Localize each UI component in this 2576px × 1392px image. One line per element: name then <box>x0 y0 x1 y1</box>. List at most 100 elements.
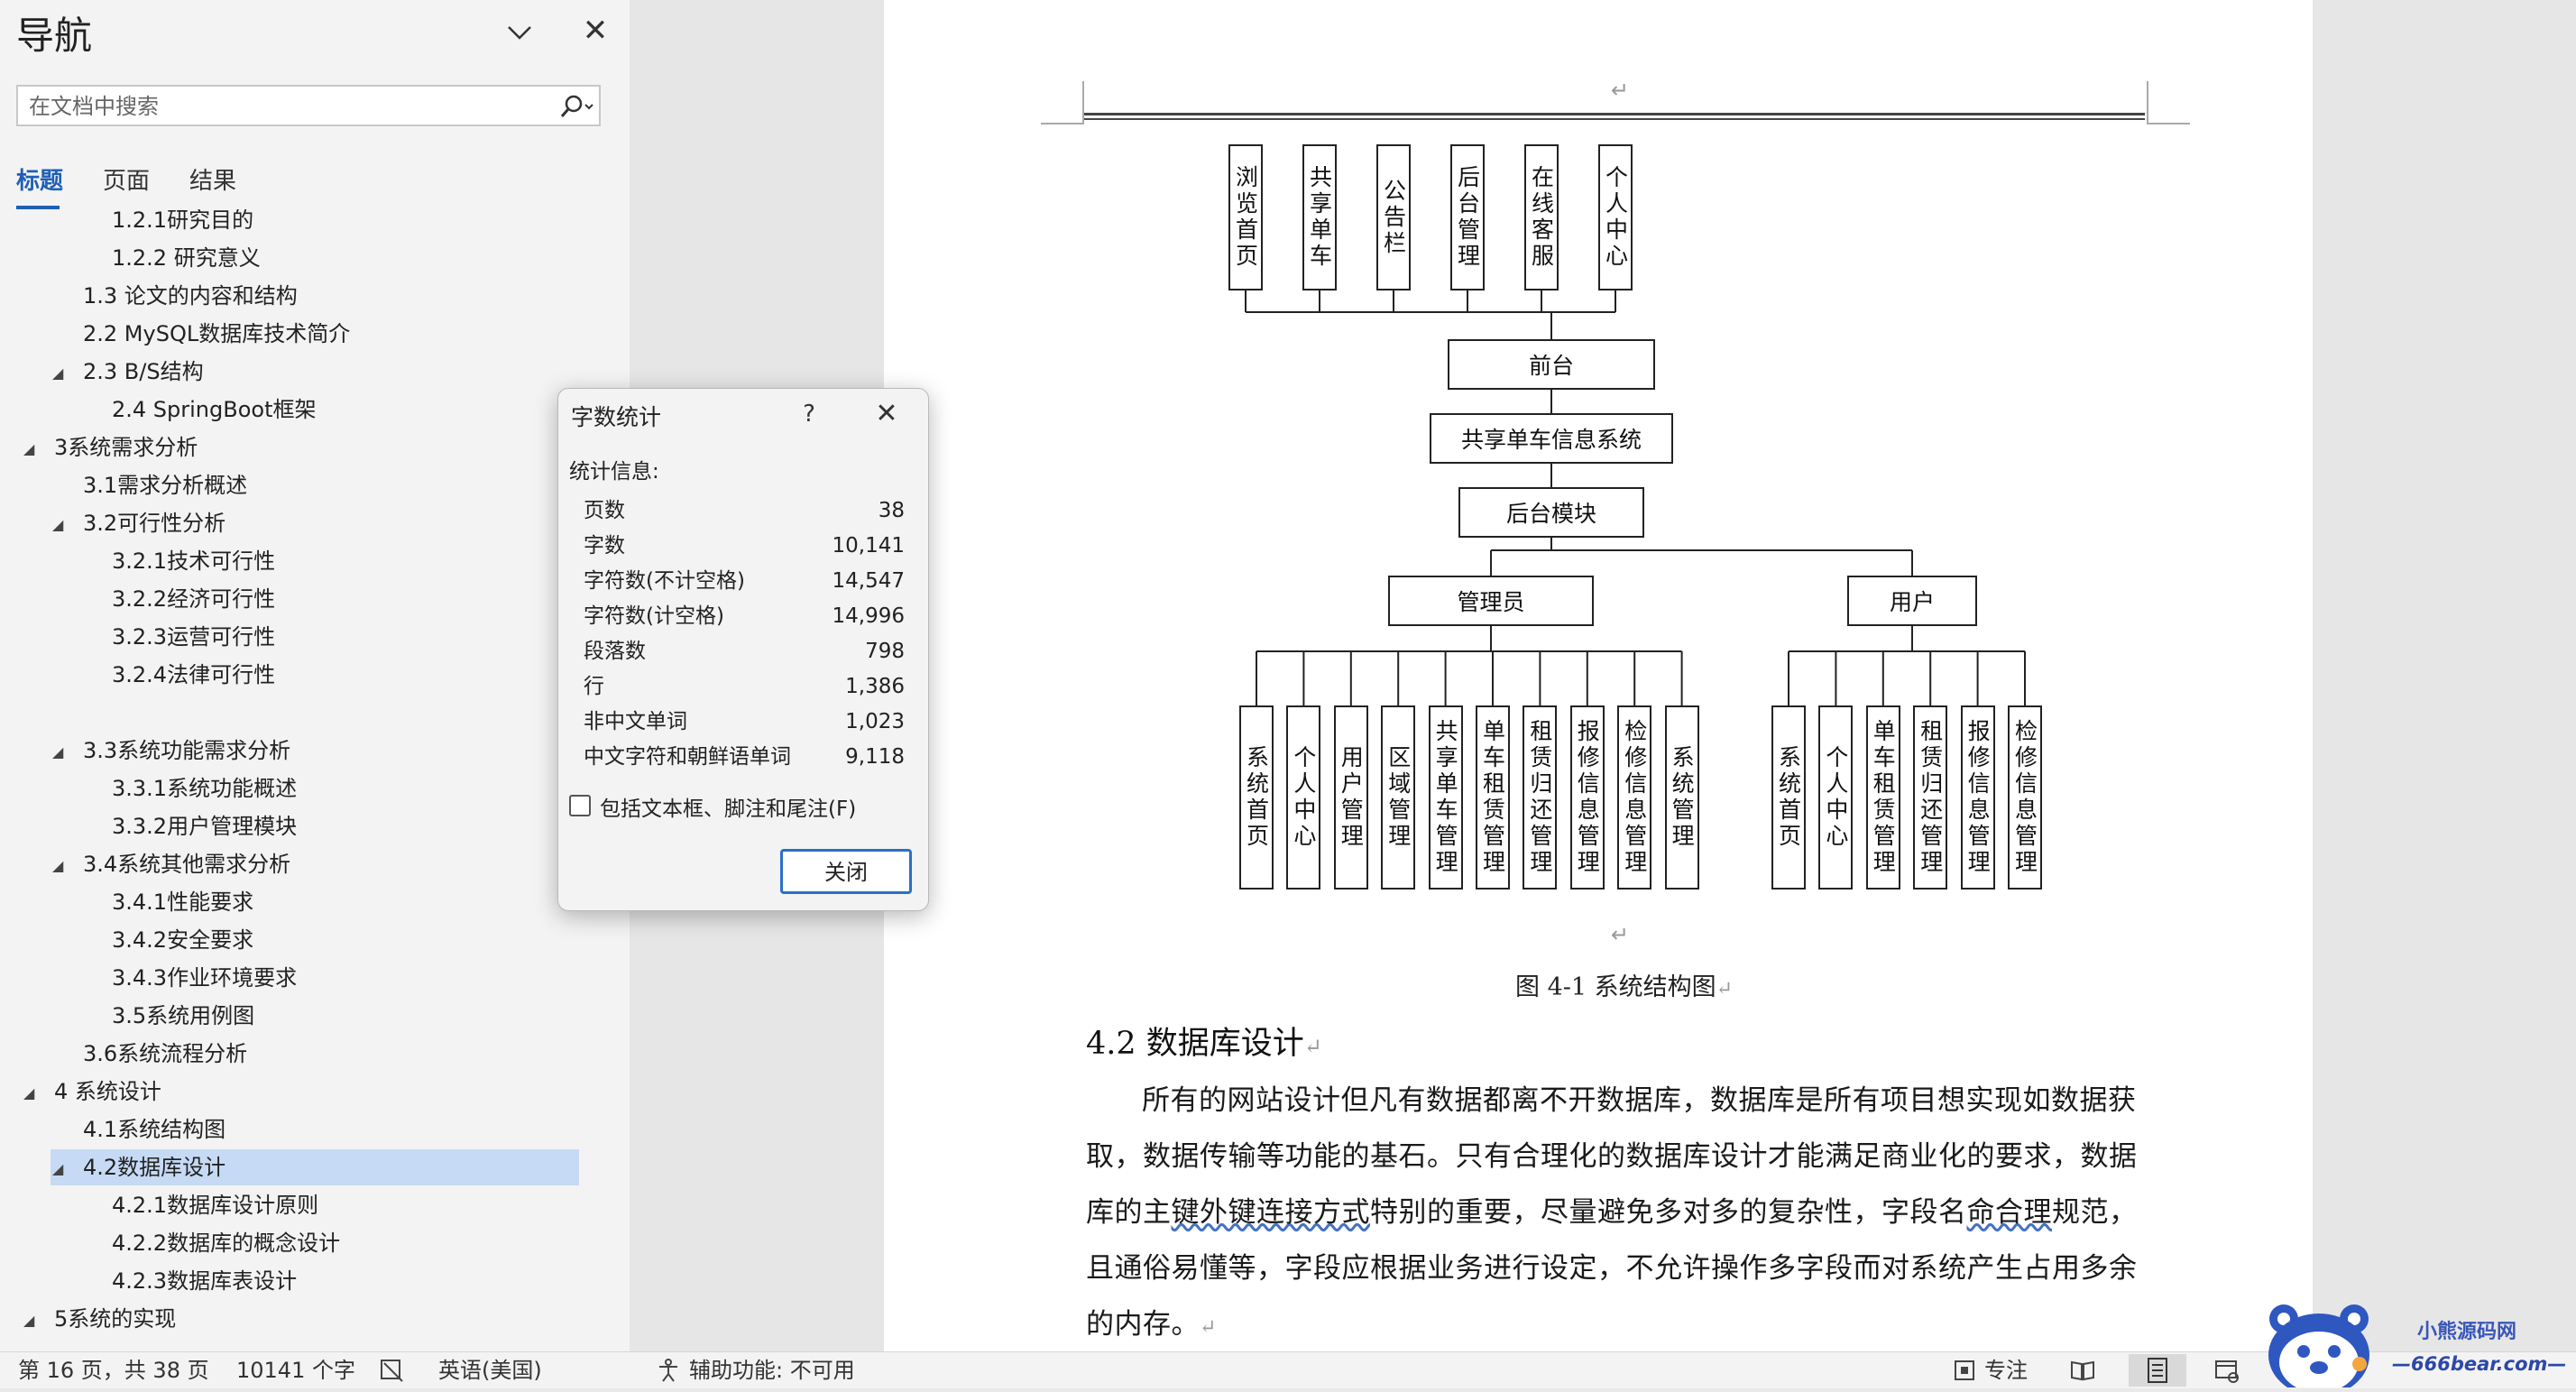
heading-tree-item[interactable]: 3.6系统流程分析 <box>83 1036 247 1072</box>
paragraph-mark: ↵ <box>1303 1034 1322 1059</box>
statistic-row: 中文字符和朝鲜语单词 9,118 <box>584 740 905 774</box>
heading-tree-item[interactable]: 3.3.1系统功能概述 <box>112 770 297 807</box>
heading-tree-item[interactable]: 3.4.1性能要求 <box>112 884 253 920</box>
include-textboxes-label[interactable]: 包括文本框、脚注和尾注(F) <box>600 791 856 822</box>
statistic-label: 中文字符和朝鲜语单词 <box>584 745 791 769</box>
diagram-node: 个人中心 <box>1818 705 1854 890</box>
read-mode-icon[interactable] <box>2069 1358 2096 1383</box>
heading-tree-item[interactable]: 4.1系统结构图 <box>83 1111 225 1148</box>
heading-tree-item[interactable]: 4 系统设计 <box>54 1074 161 1110</box>
search-icon[interactable] <box>556 92 597 121</box>
heading-tree-item[interactable]: 3.4.2安全要求 <box>112 922 253 958</box>
heading-tree-item[interactable]: 3.2可行性分析 <box>83 505 225 541</box>
header-rule-secondary <box>1084 118 2145 120</box>
heading-tree-item[interactable]: 4.2.3数据库表设计 <box>112 1263 297 1299</box>
nav-close-icon[interactable]: ✕ <box>577 13 613 49</box>
expand-arrow-icon[interactable]: ◢ <box>23 1084 34 1102</box>
heading-tree-item[interactable]: 4.2.2数据库的概念设计 <box>112 1225 340 1261</box>
statistic-label: 行 <box>584 675 604 698</box>
diagram-node: 检修信息管理 <box>2008 705 2042 890</box>
heading-tree-item[interactable]: 4.2数据库设计 <box>83 1149 225 1185</box>
diagram-node: 用户 <box>1847 576 1977 626</box>
include-textboxes-checkbox[interactable] <box>569 795 591 816</box>
expand-arrow-icon[interactable]: ◢ <box>52 364 63 382</box>
heading-tree-item[interactable]: 5系统的实现 <box>54 1301 176 1337</box>
diagram-node: 前台 <box>1448 339 1655 390</box>
accessibility-icon[interactable] <box>657 1358 684 1383</box>
focus-mode-icon[interactable] <box>1952 1358 1979 1383</box>
nav-search-input[interactable] <box>27 92 545 121</box>
expand-arrow-icon[interactable]: ◢ <box>52 516 63 533</box>
diagram-node: 共享单车管理 <box>1428 705 1463 890</box>
statistic-value: 14,996 <box>832 604 905 628</box>
tab-results[interactable]: 结果 <box>189 162 236 196</box>
statistic-row: 段落数 798 <box>584 634 905 668</box>
expand-arrow-icon[interactable]: ◢ <box>23 440 34 457</box>
heading-tree-item[interactable]: 2.4 SpringBoot框架 <box>112 392 317 428</box>
paragraph-mark: ↵ <box>1611 78 1630 103</box>
heading-tree-item[interactable]: 1.2.2 研究意义 <box>112 240 261 276</box>
dialog-close-icon[interactable]: ✕ <box>869 396 905 432</box>
print-layout-view[interactable] <box>2129 1354 2186 1387</box>
word-count-status[interactable]: 10141 个字 <box>236 1356 355 1385</box>
nav-title: 导航 <box>16 14 93 58</box>
margin-corner-mark <box>2147 81 2190 124</box>
tab-headings[interactable]: 标题 <box>16 162 63 196</box>
close-button[interactable]: 关闭 <box>780 849 912 894</box>
chevron-down-icon[interactable] <box>501 14 538 51</box>
diagram-node: 系统首页 <box>1239 705 1274 890</box>
system-structure-diagram: 浏览首页 共享单车 公告栏 后台管理 在线客服 个人中心 前台 共享单车信息系统 后台模块 管理员… <box>1227 135 2075 911</box>
expand-arrow-icon[interactable]: ◢ <box>52 743 63 761</box>
statistic-label: 段落数 <box>584 640 646 663</box>
proofing-icon[interactable] <box>379 1358 406 1383</box>
heading-tree-item[interactable]: 3.4.3作业环境要求 <box>112 960 297 996</box>
tab-pages[interactable]: 页面 <box>103 162 150 196</box>
heading-tree-item[interactable]: 3.2.1技术可行性 <box>112 543 275 579</box>
language-status[interactable]: 英语(美国) <box>438 1356 542 1385</box>
heading-tree-item[interactable]: 3.5系统用例图 <box>112 998 254 1034</box>
diagram-node: 系统首页 <box>1771 705 1806 890</box>
web-layout-icon[interactable] <box>2213 1358 2240 1383</box>
heading-tree-item[interactable]: 3.4系统其他需求分析 <box>83 846 290 882</box>
diagram-node: 共享单车 <box>1302 144 1337 290</box>
statistic-value: 1,386 <box>845 675 905 698</box>
watermark-url: —666bear.com— <box>2392 1353 2567 1375</box>
expand-arrow-icon[interactable]: ◢ <box>52 857 63 874</box>
heading-tree-item[interactable]: 4.2.1数据库设计原则 <box>112 1187 318 1223</box>
diagram-node: 个人中心 <box>1598 144 1633 290</box>
page-count[interactable]: 第 16 页，共 38 页 <box>18 1356 209 1385</box>
word-count-dialog: 字数统计 ? ✕ 统计信息: 页数 38 字数 10,141 字符数(不计空格) 14,5… <box>557 388 929 911</box>
statistics-label: 统计信息: <box>569 460 659 484</box>
body-text-span: 且通俗易懂等，字段应根据业务进行设定，不允许操作多字段而对系统产生占用多余 <box>1086 1252 2138 1285</box>
statistic-row: 字符数(不计空格) 14,547 <box>584 564 905 598</box>
body-text-line: 所有的网站设计但凡有数据都离不开数据库，数据库是所有项目想实现如数据获 <box>1142 1077 2137 1118</box>
statistic-label: 字符数(计空格) <box>584 604 724 628</box>
body-text-span: 规范， <box>2052 1196 2138 1229</box>
watermark-title: 小熊源码网 <box>2417 1321 2517 1343</box>
accessibility-status[interactable]: 辅助功能: 不可用 <box>689 1356 855 1385</box>
statistic-row: 字符数(计空格) 14,996 <box>584 599 905 633</box>
dialog-title: 字数统计 <box>571 404 662 430</box>
heading-tree-item[interactable]: 2.3 B/S结构 <box>83 354 204 390</box>
diagram-node: 后台管理 <box>1450 144 1485 290</box>
heading-tree-item[interactable]: 3.2.3运营可行性 <box>112 619 275 655</box>
heading-tree-item[interactable]: 3.3系统功能需求分析 <box>83 733 290 769</box>
diagram-node: 租赁归还管理 <box>1523 705 1558 890</box>
focus-mode-label[interactable]: 专注 <box>1984 1356 2028 1385</box>
heading-tree-item[interactable]: 3.2.2经济可行性 <box>112 581 275 617</box>
heading-tree-item[interactable]: 3.1需求分析概述 <box>83 467 247 503</box>
expand-arrow-icon[interactable]: ◢ <box>52 1160 63 1177</box>
heading-tree-item[interactable]: 2.2 MySQL数据库技术简介 <box>83 316 350 352</box>
heading-tree-item[interactable]: 3系统需求分析 <box>54 429 198 466</box>
heading-tree-item[interactable]: 1.2.1研究目的 <box>112 209 253 238</box>
grammar-flagged-text: 键外键连接方式 <box>1171 1196 1370 1229</box>
heading-tree-item[interactable]: 1.3 论文的内容和结构 <box>83 278 298 314</box>
expand-arrow-icon[interactable]: ◢ <box>23 1312 34 1329</box>
heading-tree-item[interactable]: 3.2.4法律可行性 <box>112 657 275 693</box>
heading-tree: 1.2.1研究目的 1.2.2 研究意义 1.3 论文的内容和结构 2.2 MySQL… <box>0 209 630 1351</box>
help-icon[interactable]: ? <box>791 396 827 432</box>
diagram-node: 系统管理 <box>1664 705 1699 890</box>
statistic-label: 字数 <box>584 534 625 558</box>
heading-tree-item[interactable]: 3.3.2用户管理模块 <box>112 808 297 844</box>
nav-search-box[interactable] <box>16 85 601 126</box>
